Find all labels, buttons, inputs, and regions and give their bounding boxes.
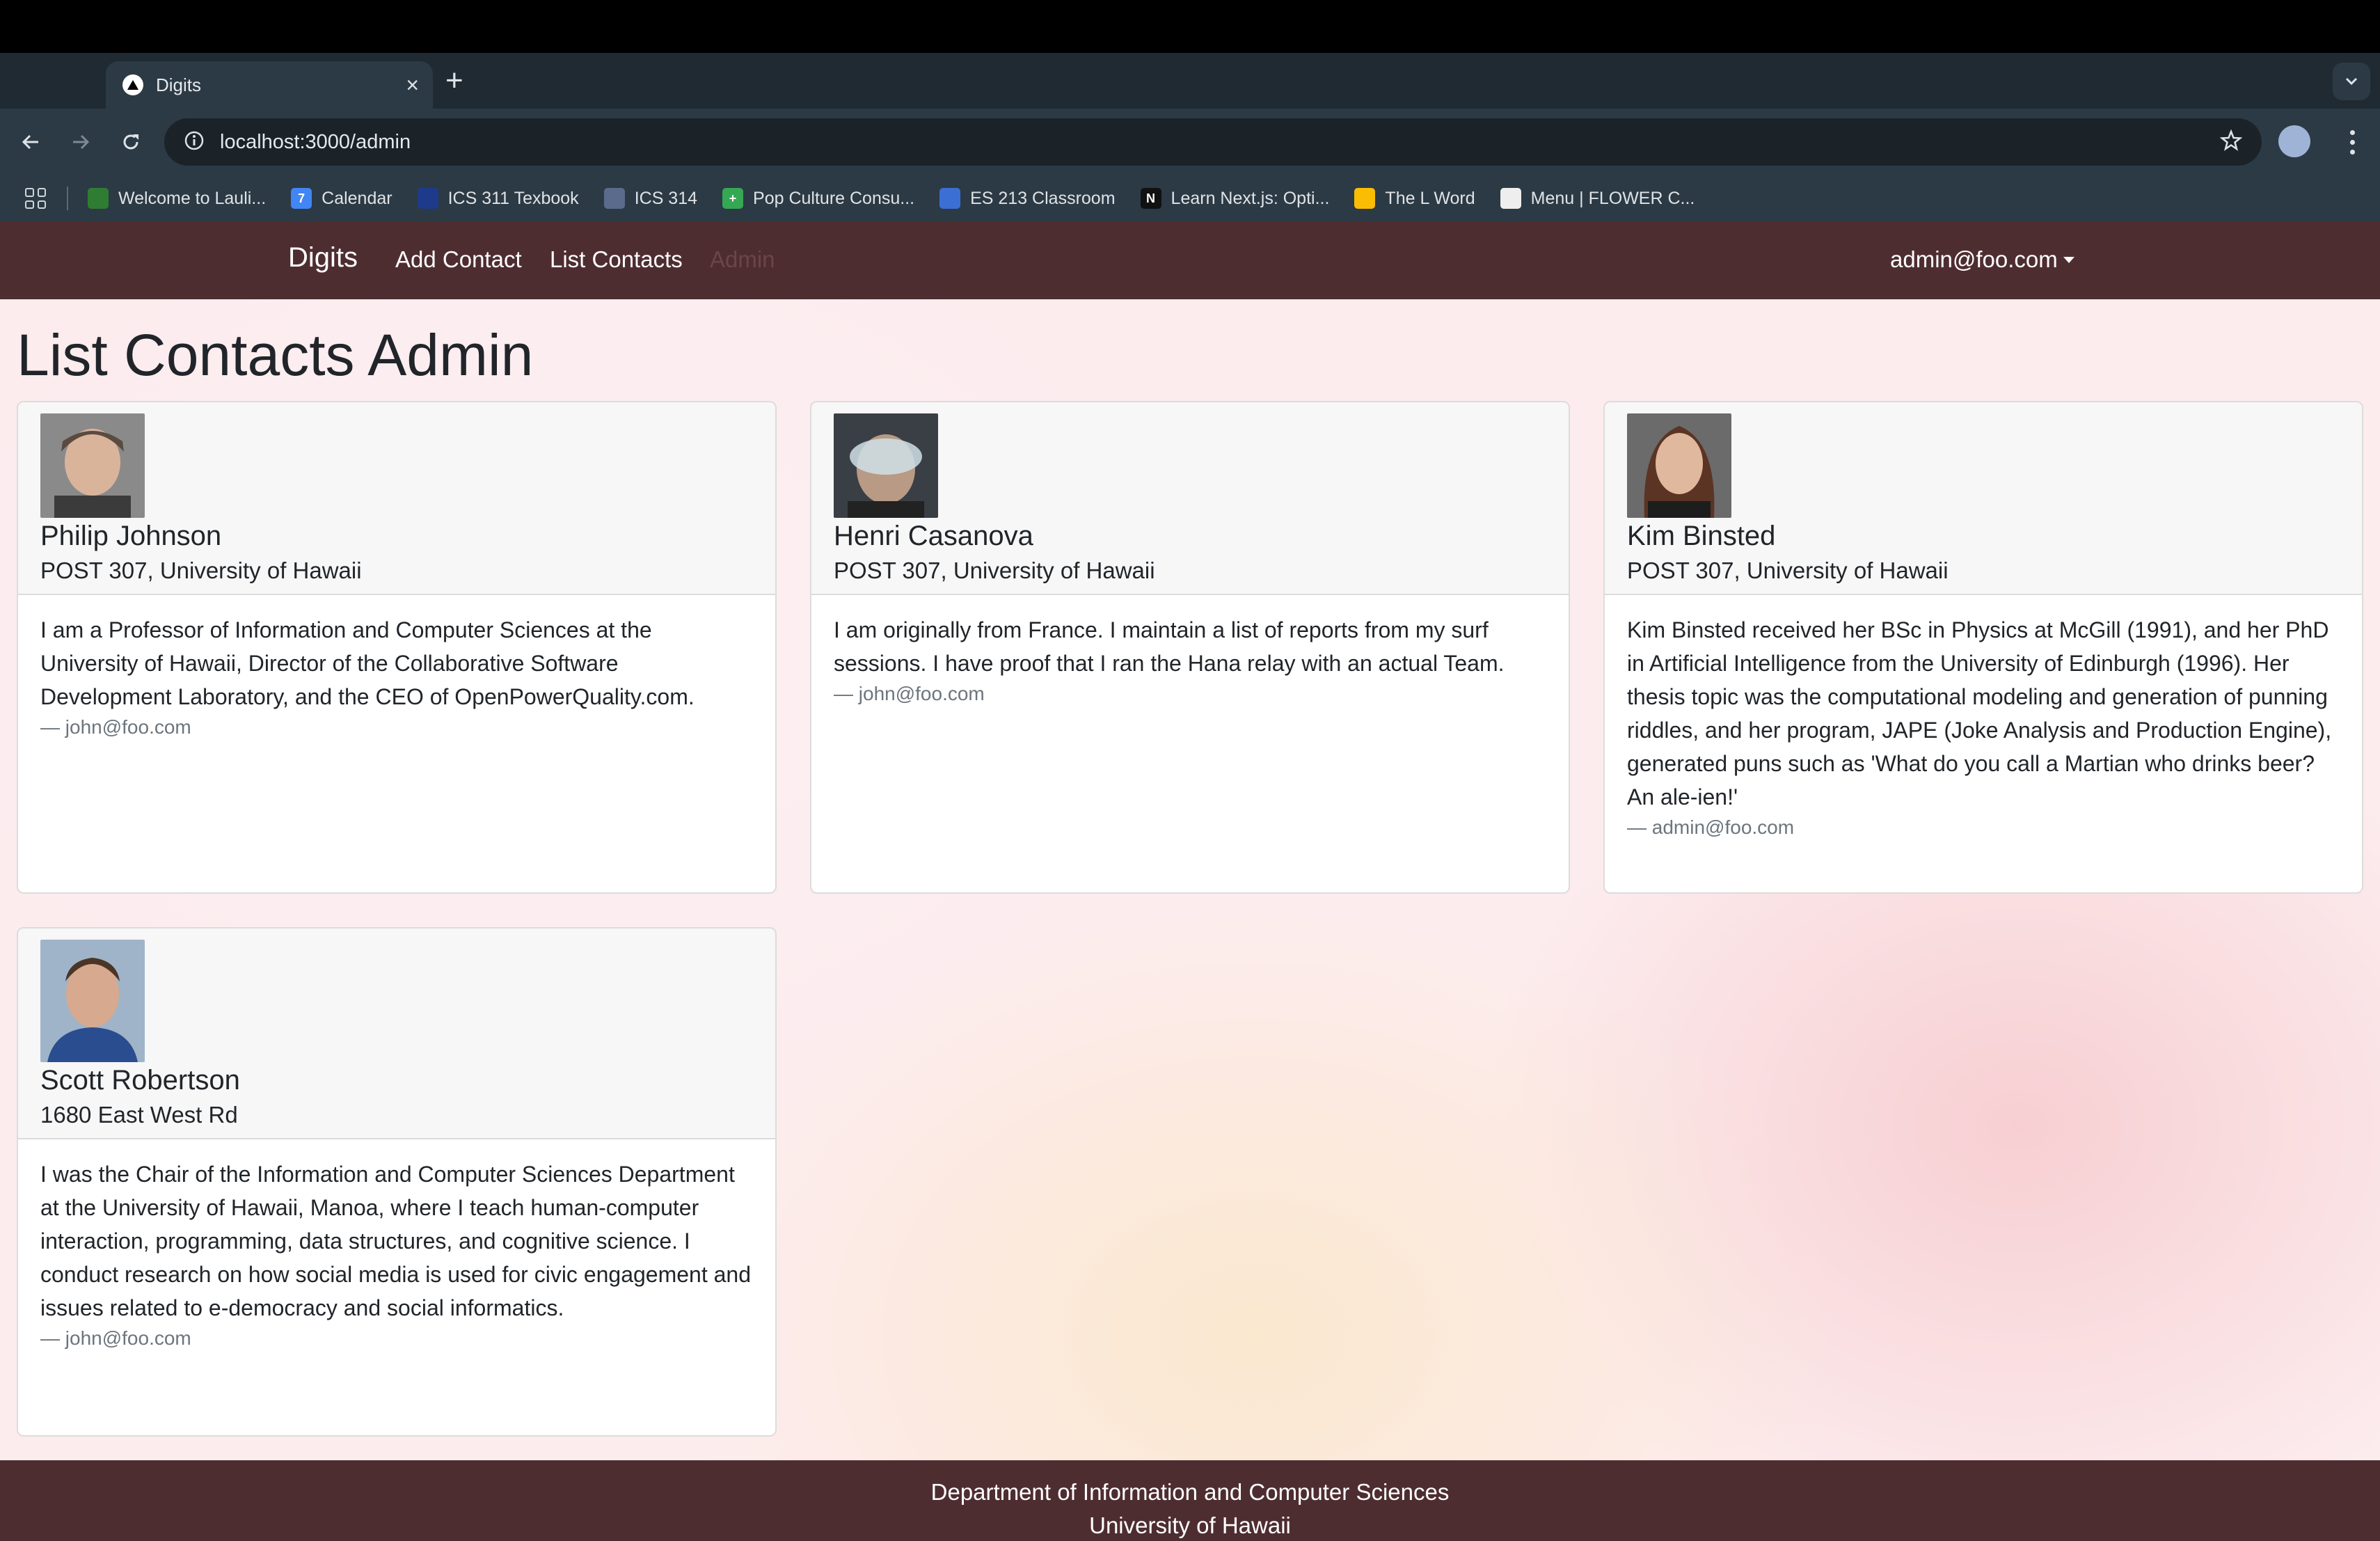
reload-icon[interactable]	[114, 125, 148, 159]
contact-name: Philip Johnson	[40, 521, 222, 551]
nav-admin[interactable]: Admin	[710, 246, 775, 273]
bookmark-separator	[67, 187, 68, 210]
card-body: Kim Binsted received her BSc in Physics …	[1605, 595, 2362, 857]
bookmark-favicon-icon	[417, 188, 438, 209]
contact-description: I was the Chair of the Information and C…	[40, 1162, 752, 1320]
page-footer: Department of Information and Computer S…	[0, 1460, 2380, 1541]
profile-avatar[interactable]	[2278, 125, 2310, 157]
tab-title: Digits	[156, 74, 202, 95]
brand-link[interactable]: Digits	[288, 242, 358, 274]
contact-address: POST 307, University of Hawaii	[1627, 558, 1949, 583]
bookmarks-bar: Welcome to Lauli... 7 Calendar ICS 311 Texb…	[0, 175, 2380, 221]
bookmark-label: Menu | FLOWER C...	[1530, 188, 1695, 208]
more-menu-icon[interactable]	[2344, 124, 2361, 160]
bookmark-favicon-icon	[603, 188, 625, 209]
contact-card: Henri Casanova POST 307, University of H…	[810, 401, 1570, 894]
footer-line-2: University of Hawaii	[1089, 1512, 1291, 1538]
close-icon[interactable]: ×	[406, 74, 419, 96]
bookmark-item[interactable]: ICS 314	[603, 188, 698, 209]
footer-line-1: Department of Information and Computer S…	[930, 1479, 1450, 1505]
web-page: Digits Add Contact List Contacts Admin a…	[0, 221, 2380, 1541]
bookmark-item[interactable]: Menu | FLOWER C...	[1500, 188, 1695, 209]
bookmark-favicon-icon: N	[1140, 188, 1161, 209]
contact-card: Philip Johnson POST 307, University of H…	[17, 401, 777, 894]
bookmark-label: Calendar	[322, 188, 392, 208]
bookmark-label: The L Word	[1385, 188, 1475, 208]
contact-photo	[834, 413, 938, 518]
bookmark-label: ICS 314	[634, 188, 698, 208]
bookmark-item[interactable]: ES 213 Classroom	[939, 188, 1116, 209]
chevron-down-icon[interactable]	[2333, 63, 2370, 100]
contact-name: Scott Robertson	[40, 1065, 240, 1096]
contact-description: I am originally from France. I maintain …	[834, 617, 1505, 676]
card-header: Philip Johnson POST 307, University of H…	[18, 402, 775, 595]
bookmark-label: Pop Culture Consu...	[753, 188, 915, 208]
bookmark-item[interactable]: Welcome to Lauli...	[88, 188, 266, 209]
bookmark-favicon-icon	[1354, 188, 1376, 209]
contact-card: Kim Binsted POST 307, University of Hawa…	[1603, 401, 2363, 894]
bookmark-label: ES 213 Classroom	[970, 188, 1116, 208]
bookmark-item[interactable]: The L Word	[1354, 188, 1475, 209]
tab-strip: Digits × +	[0, 53, 2380, 109]
contact-name: Henri Casanova	[834, 521, 1033, 551]
browser-tab[interactable]: Digits ×	[106, 61, 433, 109]
contact-photo	[1627, 413, 1731, 518]
bookmark-favicon-icon	[88, 188, 109, 209]
bookmark-favicon-icon	[939, 188, 961, 209]
bookmark-label: Learn Next.js: Opti...	[1171, 188, 1330, 208]
card-header: Kim Binsted POST 307, University of Hawa…	[1605, 402, 2362, 595]
back-arrow-icon[interactable]	[14, 125, 47, 159]
info-icon[interactable]	[184, 130, 205, 155]
contact-address: POST 307, University of Hawaii	[834, 558, 1155, 583]
page-title: List Contacts Admin	[17, 322, 534, 388]
triangle-logo-icon	[122, 74, 143, 95]
url-text: localhost:3000/admin	[220, 130, 411, 153]
card-body: I am originally from France. I maintain …	[811, 595, 1569, 723]
contact-card: Scott Robertson 1680 East West Rd I was …	[17, 927, 777, 1437]
os-top-bar	[0, 0, 2380, 53]
apps-grid-icon[interactable]	[25, 188, 46, 209]
contact-photo	[40, 413, 145, 518]
card-body: I am a Professor of Information and Comp…	[18, 595, 775, 757]
bookmark-label: Welcome to Lauli...	[118, 188, 267, 208]
contact-address: POST 307, University of Hawaii	[40, 558, 362, 583]
bookmark-favicon-icon: 7	[291, 188, 312, 209]
bookmark-item[interactable]: 7 Calendar	[291, 188, 392, 209]
card-header: Scott Robertson 1680 East West Rd	[18, 928, 775, 1139]
user-dropdown[interactable]: admin@foo.com	[1890, 246, 2074, 273]
url-field[interactable]: localhost:3000/admin	[164, 118, 2262, 166]
bookmark-favicon-icon	[1500, 188, 1521, 209]
contact-name: Kim Binsted	[1627, 521, 1776, 551]
contact-owner: — john@foo.com	[40, 1327, 191, 1349]
nav-add-contact[interactable]: Add Contact	[395, 246, 522, 273]
address-bar-row: localhost:3000/admin	[0, 109, 2380, 175]
caret-down-icon	[2063, 256, 2074, 263]
contact-description: Kim Binsted received her BSc in Physics …	[1627, 617, 2332, 809]
card-body: I was the Chair of the Information and C…	[18, 1139, 775, 1368]
bookmark-label: ICS 311 Texbook	[447, 188, 579, 208]
contact-address: 1680 East West Rd	[40, 1102, 238, 1128]
card-header: Henri Casanova POST 307, University of H…	[811, 402, 1569, 595]
user-email: admin@foo.com	[1890, 246, 2058, 272]
bookmark-item[interactable]: + Pop Culture Consu...	[722, 188, 914, 209]
contact-owner: — admin@foo.com	[1627, 816, 1795, 838]
contact-photo	[40, 940, 145, 1062]
bookmark-item[interactable]: N Learn Next.js: Opti...	[1140, 188, 1330, 209]
contact-owner: — john@foo.com	[40, 716, 191, 738]
forward-arrow-icon[interactable]	[64, 125, 97, 159]
contact-description: I am a Professor of Information and Comp…	[40, 617, 695, 709]
bookmark-favicon-icon: +	[722, 188, 744, 209]
bookmark-item[interactable]: ICS 311 Texbook	[417, 188, 579, 209]
contact-owner: — john@foo.com	[834, 683, 985, 704]
nav-list-contacts[interactable]: List Contacts	[550, 246, 683, 273]
star-icon[interactable]	[2219, 129, 2243, 155]
plus-icon[interactable]: +	[445, 65, 463, 96]
app-navbar: Digits Add Contact List Contacts Admin a…	[0, 221, 2380, 299]
